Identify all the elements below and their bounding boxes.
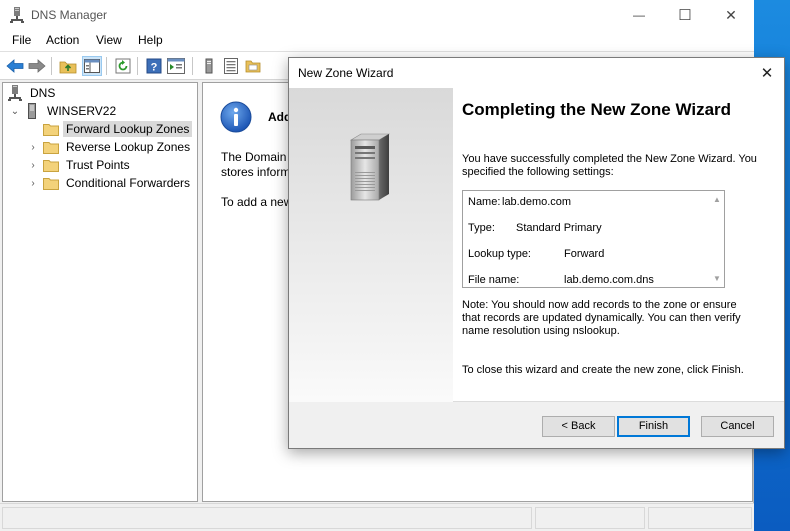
show-hide-tree-icon[interactable] xyxy=(82,56,102,76)
setting-key: Lookup type: xyxy=(468,248,531,260)
close-icon: ✕ xyxy=(725,6,737,23)
status-cell xyxy=(535,507,645,529)
maximize-button[interactable]: ☐ xyxy=(662,0,708,30)
window-title: DNS Manager xyxy=(31,8,108,22)
server-icon[interactable] xyxy=(199,56,219,76)
scroll-up-icon[interactable]: ▲ xyxy=(712,194,722,204)
tree-item-reverse-lookup-zones[interactable]: Reverse Lookup Zones xyxy=(43,138,193,156)
console-tree-pane: DNS ⌄ WINSERV22 Forward Lookup Zones › R… xyxy=(2,82,198,502)
finish-button[interactable]: Finish xyxy=(617,416,690,437)
status-bar xyxy=(0,503,754,531)
new-zone-wizard-dialog: New Zone Wizard ✕ Completing the New Zon… xyxy=(288,57,785,449)
wizard-side-panel xyxy=(289,88,453,402)
setting-value: Standard Primary xyxy=(516,222,602,234)
close-button[interactable]: ✕ xyxy=(708,0,754,30)
cancel-button[interactable]: Cancel xyxy=(701,416,774,437)
chevron-down-icon[interactable]: ⌄ xyxy=(10,106,20,117)
tree-item-label: Forward Lookup Zones xyxy=(63,121,193,137)
server-icon xyxy=(28,103,36,119)
chevron-right-icon[interactable]: › xyxy=(28,160,38,171)
pane-text-line: To add a new xyxy=(221,195,293,209)
info-icon xyxy=(220,101,252,133)
tree-item-label: DNS xyxy=(30,86,56,100)
menu-action[interactable]: Action xyxy=(46,33,79,47)
wizard-close-instruction: To close this wizard and create the new … xyxy=(462,364,744,376)
settings-row-type: Type: Standard Primary xyxy=(468,222,602,234)
tree-item-server[interactable]: WINSERV22 xyxy=(27,102,119,120)
forward-arrow-icon[interactable] xyxy=(27,56,47,76)
wizard-close-button[interactable]: ✕ xyxy=(750,58,784,88)
list-icon[interactable] xyxy=(221,56,241,76)
status-cell xyxy=(2,507,532,529)
chevron-right-icon[interactable]: › xyxy=(28,142,38,153)
pane-text-line: The Domain xyxy=(221,150,287,164)
back-button[interactable]: < Back xyxy=(542,416,615,437)
tree-item-conditional-forwarders[interactable]: Conditional Forwarders xyxy=(43,174,193,192)
dns-icon xyxy=(8,85,22,101)
title-bar: DNS Manager — ☐ ✕ xyxy=(0,0,754,30)
tree-item-label: Reverse Lookup Zones xyxy=(66,140,191,154)
minimize-icon: — xyxy=(633,8,645,22)
toolbar-separator xyxy=(106,57,107,75)
toolbar-separator xyxy=(192,57,193,75)
pane-text-line: stores inform xyxy=(221,165,291,179)
setting-value: lab.demo.com xyxy=(502,196,572,208)
refresh-icon[interactable] xyxy=(113,56,133,76)
setting-value: lab.demo.com.dns xyxy=(564,274,654,286)
close-icon: ✕ xyxy=(760,65,774,82)
toolbar-separator xyxy=(137,57,138,75)
wizard-intro-text: You have successfully completed the New … xyxy=(462,153,757,178)
tree-item-dns[interactable]: DNS xyxy=(8,84,58,102)
folder-icon xyxy=(43,159,59,172)
setting-value: Forward xyxy=(564,248,605,260)
scroll-down-icon[interactable]: ▼ xyxy=(712,273,722,283)
chevron-right-icon[interactable]: › xyxy=(28,178,38,189)
folder-icon xyxy=(43,123,59,136)
dns-app-icon xyxy=(10,7,24,23)
menu-file[interactable]: File xyxy=(12,33,31,47)
menu-bar: File Action View Help xyxy=(0,30,754,52)
status-cell xyxy=(648,507,752,529)
up-folder-icon[interactable] xyxy=(58,56,78,76)
wizard-title: New Zone Wizard xyxy=(298,66,394,80)
help-icon[interactable]: ? xyxy=(144,56,164,76)
tree-item-label: Conditional Forwarders xyxy=(66,176,191,190)
wizard-body: Completing the New Zone Wizard You have … xyxy=(289,88,784,402)
server-tower-icon xyxy=(349,133,391,201)
maximize-icon: ☐ xyxy=(678,7,692,24)
setting-key: Type: xyxy=(468,222,495,234)
properties-icon[interactable] xyxy=(166,56,186,76)
tree-item-forward-lookup-zones[interactable]: Forward Lookup Zones xyxy=(43,120,193,138)
setting-key: Name: xyxy=(468,196,501,208)
wizard-title-bar: New Zone Wizard ✕ xyxy=(289,58,784,88)
settings-row-lookup-type: Lookup type: Forward xyxy=(468,248,604,260)
minimize-button[interactable]: — xyxy=(616,0,662,30)
svg-text:?: ? xyxy=(151,62,158,74)
settings-row-file-name: File name: lab.demo.com.dns xyxy=(468,274,654,286)
back-arrow-icon[interactable] xyxy=(5,56,25,76)
wizard-heading: Completing the New Zone Wizard xyxy=(462,100,732,119)
setting-key: File name: xyxy=(468,274,520,286)
tree-item-label: WINSERV22 xyxy=(47,104,117,118)
settings-row-name: Name: lab.demo.com xyxy=(468,196,571,208)
settings-scrollbar[interactable]: ▲ ▼ xyxy=(710,191,724,287)
tree-item-trust-points[interactable]: Trust Points xyxy=(43,156,133,174)
tree-item-label: Trust Points xyxy=(66,158,130,172)
wizard-note-text: Note: You should now add records to the … xyxy=(462,299,741,337)
folder-icon xyxy=(43,177,59,190)
settings-summary-box[interactable]: Name: lab.demo.com Type: Standard Primar… xyxy=(462,190,725,288)
menu-view[interactable]: View xyxy=(96,33,122,47)
menu-help[interactable]: Help xyxy=(138,33,163,47)
wizard-footer: < Back Finish Cancel xyxy=(289,403,784,448)
toolbar-separator xyxy=(51,57,52,75)
folder-icon xyxy=(43,141,59,154)
folder-view-icon[interactable] xyxy=(243,56,263,76)
